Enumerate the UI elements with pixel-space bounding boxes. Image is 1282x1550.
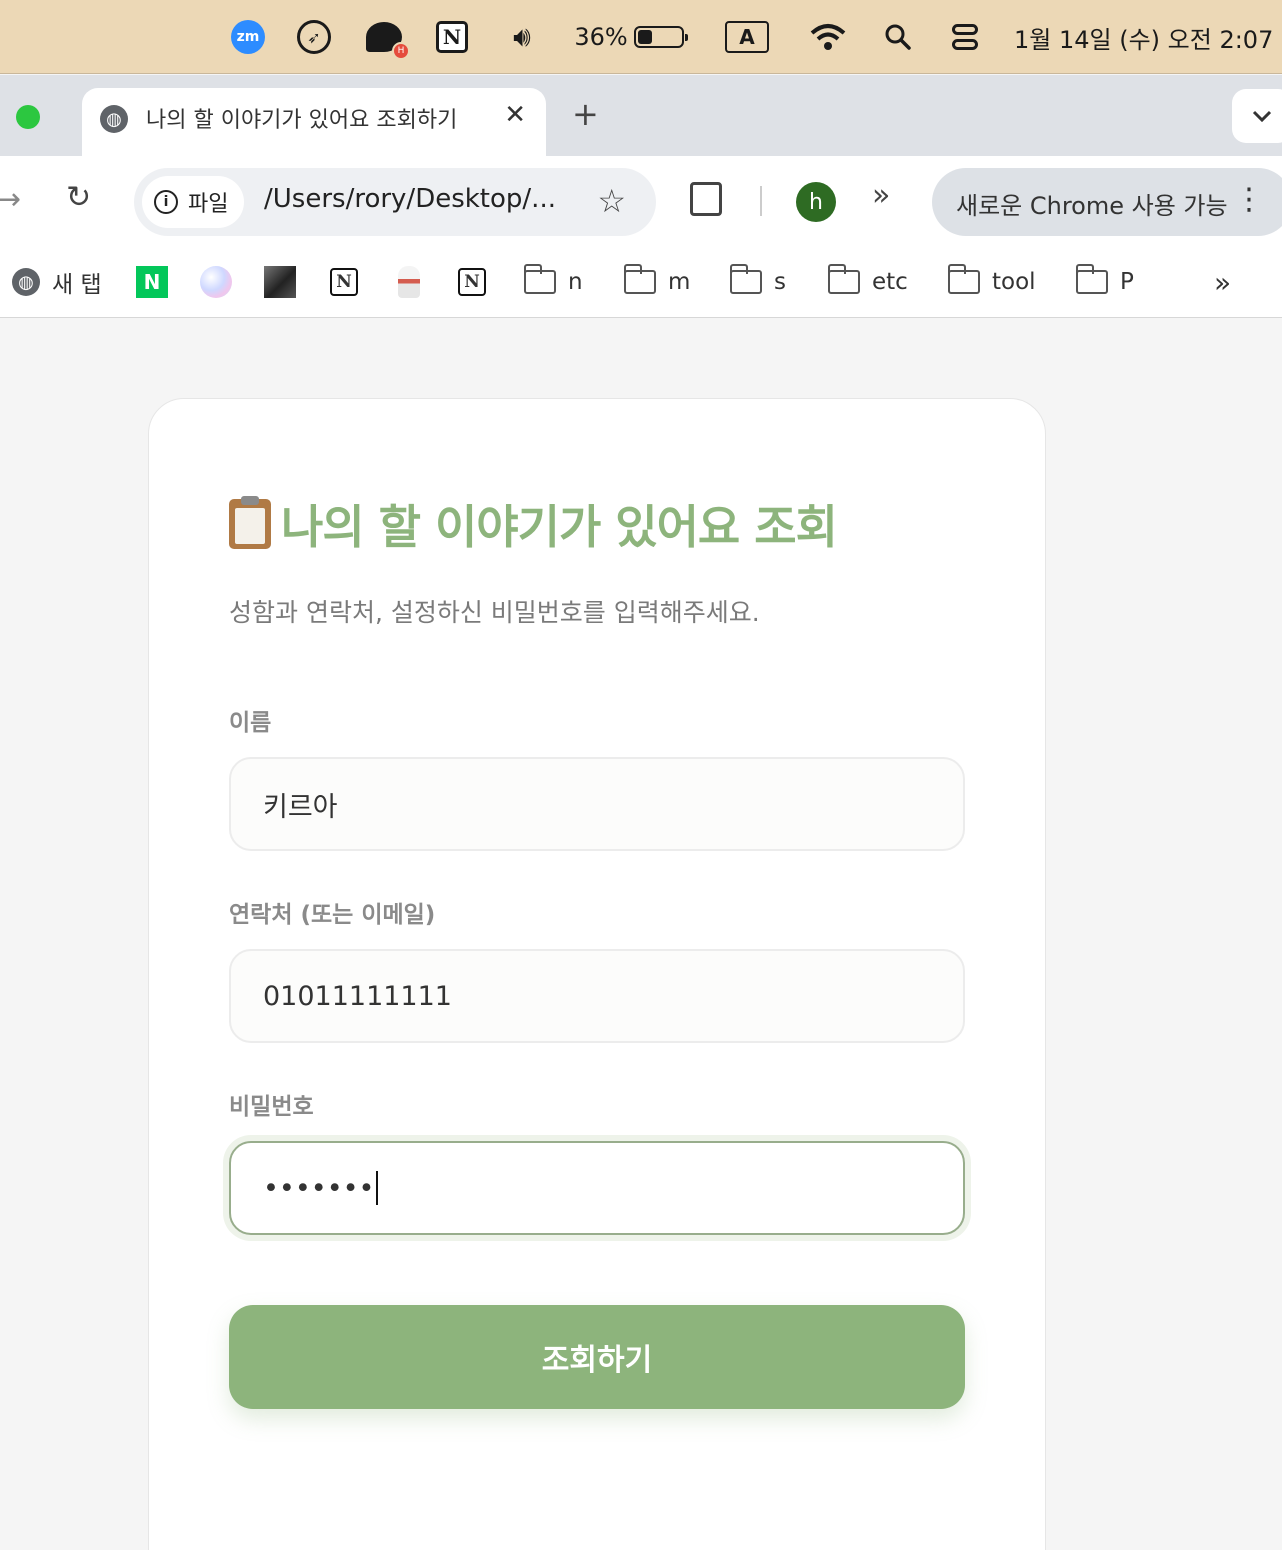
folder-label: P — [1120, 269, 1134, 295]
folder-icon — [827, 264, 860, 294]
forward-button[interactable]: → — [0, 182, 21, 217]
rocket-glyph: ➶ — [297, 20, 331, 54]
zoom-icon[interactable]: zm — [230, 0, 266, 74]
kebab-menu-icon[interactable]: ⋮ — [1234, 182, 1264, 217]
chrome-update-button[interactable]: 새로운 Chrome 사용 가능 ⋮ — [932, 168, 1282, 236]
chrome-update-label: 새로운 Chrome 사용 가능 — [956, 192, 1228, 220]
chat-bubble: H — [366, 22, 410, 60]
rocket-icon[interactable]: ➶ — [296, 0, 332, 74]
bookmark-new-tab-label: 새 탭 — [52, 272, 102, 298]
notion-icon: N — [458, 268, 486, 296]
password-value: ••••••• — [263, 1172, 375, 1204]
bookmark-folder-n[interactable]: n — [523, 260, 583, 304]
notion-icon[interactable]: N — [435, 0, 469, 74]
bookmark-folder-s[interactable]: s — [729, 260, 786, 304]
bookmark-star-icon[interactable]: ☆ — [597, 182, 626, 220]
lookup-card: 나의 할 이야기가 있어요 조회 성함과 연락처, 설정하신 비밀번호를 입력해… — [148, 398, 1046, 1550]
url-text[interactable]: /Users/rory/Desktop/... — [264, 184, 556, 214]
tab-search-button[interactable] — [1232, 89, 1282, 143]
wifi-glyph — [810, 24, 846, 50]
new-tab-button[interactable]: + — [572, 95, 599, 133]
folder-icon — [523, 264, 556, 294]
search-glyph — [885, 24, 911, 50]
bookmark-naver[interactable]: N — [136, 260, 168, 304]
orb-icon — [200, 266, 232, 298]
chat-badge: H — [392, 42, 410, 60]
input-source-icon[interactable]: A — [724, 0, 770, 74]
control-center-glyph — [952, 24, 978, 50]
chat-icon[interactable]: H — [364, 0, 410, 74]
folder-label: etc — [872, 269, 908, 295]
bookmark-folder-tool[interactable]: tool — [947, 260, 1036, 304]
contact-label: 연락처 (또는 이메일) — [229, 902, 436, 928]
address-bar[interactable]: i 파일 /Users/rory/Desktop/... ☆ — [134, 168, 656, 236]
window-zoom-button[interactable] — [16, 105, 40, 129]
name-field[interactable]: 키르아 — [229, 757, 965, 851]
password-field[interactable]: ••••••• — [229, 1141, 965, 1235]
browser-toolbar: → ↻ i 파일 /Users/rory/Desktop/... ☆ h » 새… — [0, 156, 1282, 248]
tab-active[interactable]: ◍ 나의 할 이야기가 있어요 조회하기 ✕ — [82, 88, 546, 156]
toolbar-overflow-icon[interactable]: » — [872, 178, 890, 213]
folder-label: m — [668, 269, 691, 295]
page-title: 나의 할 이야기가 있어요 조회 — [229, 491, 838, 557]
search-icon[interactable] — [882, 0, 914, 74]
site-info-chip[interactable]: i 파일 — [142, 176, 245, 228]
bookmark-new-tab[interactable]: ◍ 새 탭 — [12, 260, 102, 304]
battery-icon[interactable] — [632, 0, 688, 74]
macos-menubar: zm ➶ H N 🔊︎ 36% A 1월 14일 (수) 오전 2:07 — [0, 0, 1282, 74]
photo-icon — [264, 266, 296, 298]
bookmarks-overflow-icon[interactable]: » — [1214, 260, 1231, 304]
contact-field[interactable]: 01011111111 — [229, 949, 965, 1043]
bookmarks-bar: ◍ 새 탭 N N N n m s etc tool P » — [0, 248, 1282, 318]
control-center-icon[interactable] — [950, 0, 980, 74]
folder-icon — [947, 264, 980, 294]
bookmark-folder-m[interactable]: m — [623, 260, 691, 304]
profile-avatar[interactable]: h — [796, 182, 836, 222]
notion-letter: N — [436, 21, 468, 53]
figure-icon — [398, 266, 420, 298]
page-title-text: 나의 할 이야기가 있어요 조회 — [281, 500, 838, 554]
bookmark-photo[interactable] — [264, 260, 296, 304]
folder-icon — [623, 264, 656, 294]
submit-button[interactable]: 조회하기 — [229, 1305, 965, 1409]
battery-glyph — [634, 26, 688, 48]
info-icon: i — [154, 190, 178, 214]
folder-label: s — [774, 269, 786, 295]
volume-icon[interactable]: 🔊︎ — [500, 0, 544, 74]
zoom-icon-label: zm — [231, 20, 265, 54]
bookmark-figure[interactable] — [398, 260, 420, 304]
bookmark-folder-p[interactable]: P — [1075, 260, 1134, 304]
tab-title: 나의 할 이야기가 있어요 조회하기 — [146, 108, 458, 133]
name-label: 이름 — [229, 710, 272, 736]
tab-close-icon[interactable]: ✕ — [504, 100, 526, 130]
folder-icon — [729, 264, 762, 294]
bookmark-notion-1[interactable]: N — [330, 260, 358, 304]
chevron-down-icon — [1252, 110, 1272, 122]
extensions-icon[interactable] — [690, 182, 722, 216]
folder-label: n — [568, 269, 583, 295]
folder-icon — [1075, 264, 1108, 294]
bookmark-folder-etc[interactable]: etc — [827, 260, 908, 304]
battery-percent[interactable]: 36% — [574, 0, 627, 74]
menubar-datetime[interactable]: 1월 14일 (수) 오전 2:07 — [1014, 0, 1282, 74]
globe-icon: ◍ — [12, 268, 40, 296]
toolbar-divider — [760, 186, 762, 216]
input-source-letter: A — [725, 21, 769, 53]
folder-label: tool — [992, 269, 1036, 295]
text-caret — [376, 1171, 379, 1205]
site-info-label: 파일 — [188, 192, 229, 217]
naver-icon: N — [136, 266, 168, 298]
wifi-icon[interactable] — [808, 0, 848, 74]
reload-button[interactable]: ↻ — [66, 180, 91, 215]
bookmark-notion-2[interactable]: N — [458, 260, 486, 304]
notion-icon: N — [330, 268, 358, 296]
bookmark-orb[interactable] — [200, 260, 232, 304]
page-subtitle: 성함과 연락처, 설정하신 비밀번호를 입력해주세요. — [229, 598, 760, 627]
tab-strip: ◍ 나의 할 이야기가 있어요 조회하기 ✕ + — [0, 75, 1282, 156]
tab-globe-icon: ◍ — [100, 105, 128, 133]
password-label: 비밀번호 — [229, 1094, 314, 1120]
clipboard-icon — [229, 496, 271, 549]
